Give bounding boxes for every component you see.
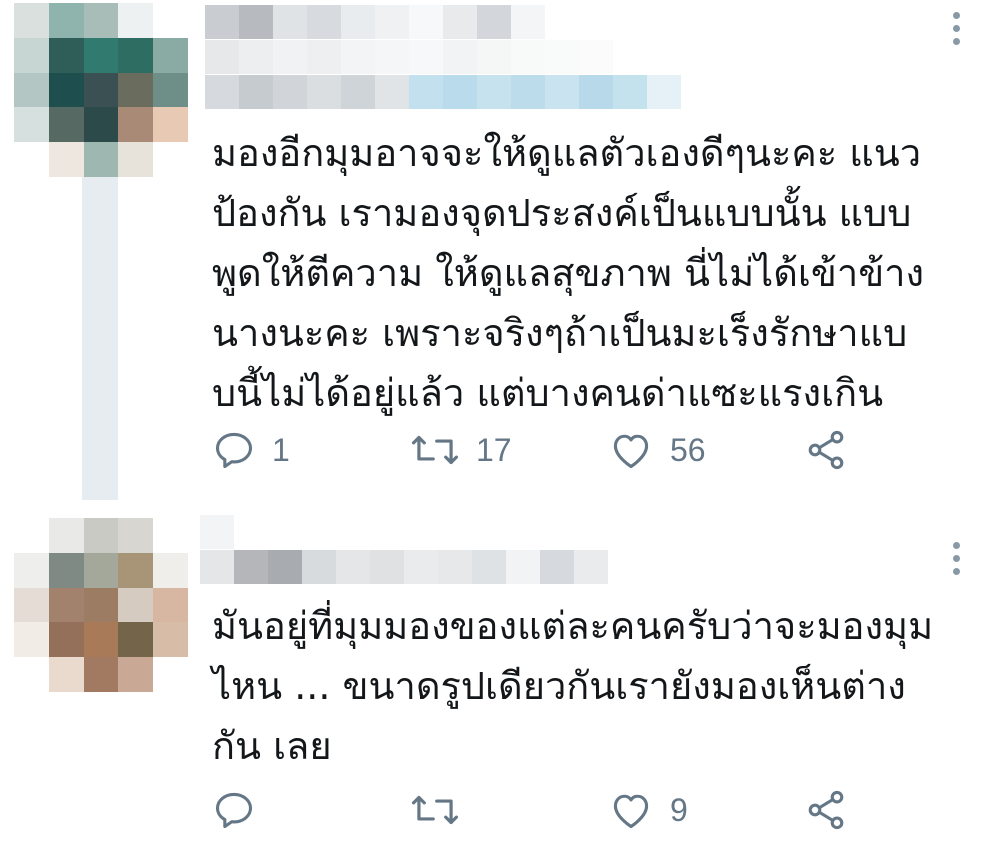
reply-count: 1 [272,431,290,468]
retweet-button[interactable] [410,785,476,835]
reply-to-blurred [205,75,681,109]
retweet-icon [410,428,460,472]
share-button[interactable] [804,785,848,835]
share-icon [804,788,848,832]
reply-icon [212,788,256,832]
retweet-count: 17 [476,431,512,468]
retweet-icon [410,788,460,832]
author-handle-blurred [200,550,608,584]
tweet-actions: 1 17 56 [212,425,972,475]
like-button[interactable]: 9 [608,785,688,835]
reply-icon [212,428,256,472]
reply-button[interactable]: 1 [212,425,290,475]
tweet-actions: 9 [212,785,972,835]
author-name-blurred[interactable] [205,5,545,39]
like-count: 56 [670,431,706,468]
share-button[interactable] [804,425,848,475]
like-count: 9 [670,791,688,828]
like-button[interactable]: 56 [608,425,706,475]
author-name-blurred[interactable] [200,515,336,549]
avatar[interactable] [14,518,188,692]
avatar[interactable] [14,3,188,177]
heart-icon [608,788,654,832]
author-handle-blurred [205,40,613,74]
more-options-icon[interactable] [952,12,960,45]
reply-button[interactable] [212,785,272,835]
retweet-button[interactable]: 17 [410,425,512,475]
share-icon [804,428,848,472]
more-options-icon[interactable] [952,542,960,575]
tweet-text: มันอยู่ที่มุมมองของแต่ละคนครับว่าจะมองมุ… [212,604,934,768]
tweet-text: มองอีกมุมอาจจะให้ดูแลตัวเองดีๆนะคะ แนว ป… [212,131,925,415]
heart-icon [608,428,654,472]
